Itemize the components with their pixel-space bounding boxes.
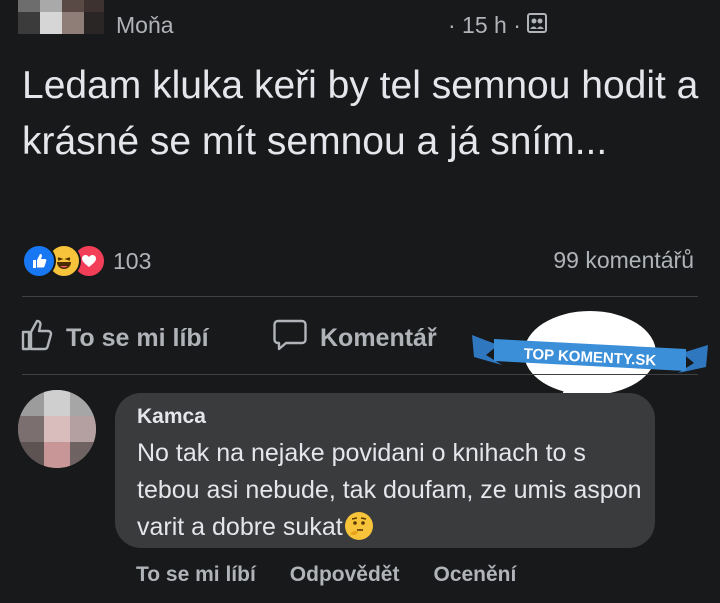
divider (22, 296, 698, 297)
post-author-name[interactable]: Moňa (116, 12, 174, 39)
comment-bubble: Kamca No tak na nejake povidani o knihac… (115, 393, 655, 548)
post-timestamp: · 15 h · (448, 12, 547, 39)
comment-rate-link[interactable]: Ocenění (433, 563, 516, 587)
comment-reply-link[interactable]: Odpovědět (290, 563, 400, 587)
like-reaction-icon (22, 244, 56, 278)
speech-bubble-icon (272, 318, 308, 359)
comment-author-name[interactable]: Kamca (137, 405, 206, 429)
post-text: Ledam kluka keři by tel semnou hodit a k… (22, 64, 699, 163)
comment-text: No tak na nejake povidani o knihach to s… (137, 435, 647, 546)
comment-label: Komentář (320, 324, 437, 352)
thumbs-up-icon (20, 318, 54, 359)
thinking-face-icon (344, 512, 373, 540)
like-button[interactable]: To se mi líbí (20, 318, 209, 359)
comment-button[interactable]: Komentář (272, 318, 437, 359)
reactions-summary[interactable]: 103 (22, 244, 151, 278)
author-avatar[interactable] (18, 0, 104, 36)
comments-count-link[interactable]: 99 komentářů (553, 247, 694, 274)
commenter-avatar[interactable] (18, 390, 96, 468)
comment-actions: To se mi líbí Odpovědět Ocenění (136, 563, 516, 587)
comment-like-link[interactable]: To se mi líbí (136, 563, 256, 587)
reaction-count: 103 (113, 247, 152, 274)
like-label: To se mi líbí (66, 324, 209, 352)
divider (22, 374, 698, 375)
friends-icon (526, 12, 547, 39)
post-time-text[interactable]: · 15 h · (448, 12, 521, 39)
comment-text-body: No tak na nejake povidani o knihach to s… (137, 439, 642, 541)
